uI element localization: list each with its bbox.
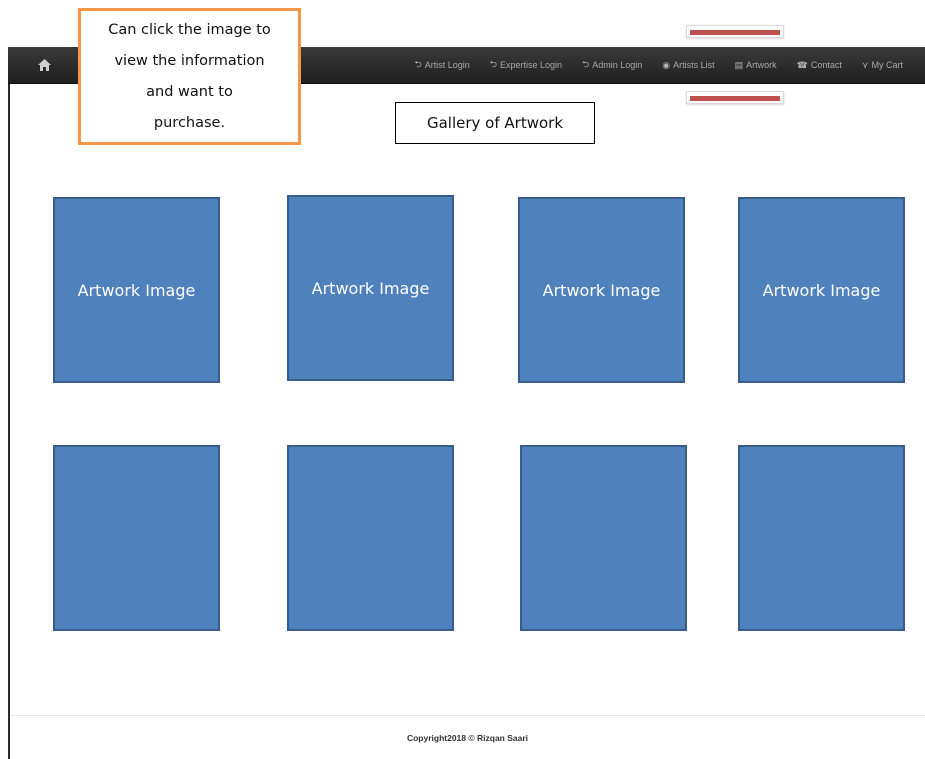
page-title-text: Gallery of Artwork — [426, 114, 564, 132]
nav-label: My Cart — [871, 60, 904, 70]
artwork-highlight-marker-top — [686, 25, 784, 38]
artwork-label: Artwork Image — [762, 280, 881, 300]
page-frame — [8, 47, 925, 759]
phone-icon: ☎ — [796, 59, 808, 70]
nav-contact[interactable]: ☎ Contact — [797, 60, 842, 71]
globe-icon: ◉ — [662, 59, 671, 70]
home-button[interactable] — [34, 55, 54, 75]
artwork-label: Artwork Image — [542, 280, 661, 300]
artwork-label: Artwork Image — [311, 278, 430, 298]
nav-artists-list[interactable]: ◉ Artists List — [662, 60, 714, 71]
nav-label: Artwork — [746, 60, 777, 70]
nav-label: Admin Login — [592, 60, 643, 70]
callout-line: and want to — [146, 83, 233, 100]
artwork-tile[interactable]: Artwork Image — [738, 197, 905, 383]
callout-line: Can click the image to — [108, 21, 271, 38]
nav-label: Artist Login — [424, 60, 470, 70]
sign-in-icon: ⮌ — [414, 59, 422, 69]
artwork-tile[interactable] — [53, 445, 220, 631]
sign-in-icon: ⮌ — [489, 59, 497, 69]
nav-artwork[interactable]: ▤ Artwork — [735, 60, 777, 71]
artwork-tile[interactable]: Artwork Image — [53, 197, 220, 383]
nav-my-cart[interactable]: ⋎ My Cart — [862, 60, 903, 71]
callout-line: purchase. — [153, 114, 226, 131]
footer-divider — [10, 715, 925, 716]
nav-label: Expertise Login — [499, 60, 562, 70]
artwork-tile[interactable]: Artwork Image — [518, 197, 685, 383]
nav-artist-login[interactable]: ⮌ Artist Login — [414, 57, 469, 73]
sign-in-icon: ⮌ — [581, 59, 590, 69]
artwork-label: Artwork Image — [77, 280, 196, 300]
nav-expertise-login[interactable]: ⮌ Expertise Login — [490, 57, 562, 73]
home-icon — [37, 59, 51, 71]
artwork-tile[interactable] — [520, 445, 687, 631]
artwork-highlight-marker-bottom — [686, 91, 784, 104]
nav-admin-login[interactable]: ⮌ Admin Login — [582, 57, 642, 73]
artwork-tile[interactable]: Artwork Image — [287, 195, 454, 381]
artwork-tile[interactable] — [738, 445, 905, 631]
annotation-callout: Can click the image to view the informat… — [78, 8, 301, 145]
nav-links: ⮌ Artist Login ⮌ Expertise Login ⮌ Admin… — [414, 47, 903, 83]
image-icon: ▤ — [734, 59, 744, 70]
cart-icon: ⋎ — [861, 59, 869, 70]
artwork-tile[interactable] — [287, 445, 454, 631]
callout-line: view the information — [114, 52, 265, 69]
nav-label: Artists List — [673, 60, 715, 70]
page-title: Gallery of Artwork — [395, 102, 595, 144]
footer-copyright: Copyright2018 © Rizqan Saari — [406, 733, 529, 743]
nav-label: Contact — [810, 60, 842, 70]
